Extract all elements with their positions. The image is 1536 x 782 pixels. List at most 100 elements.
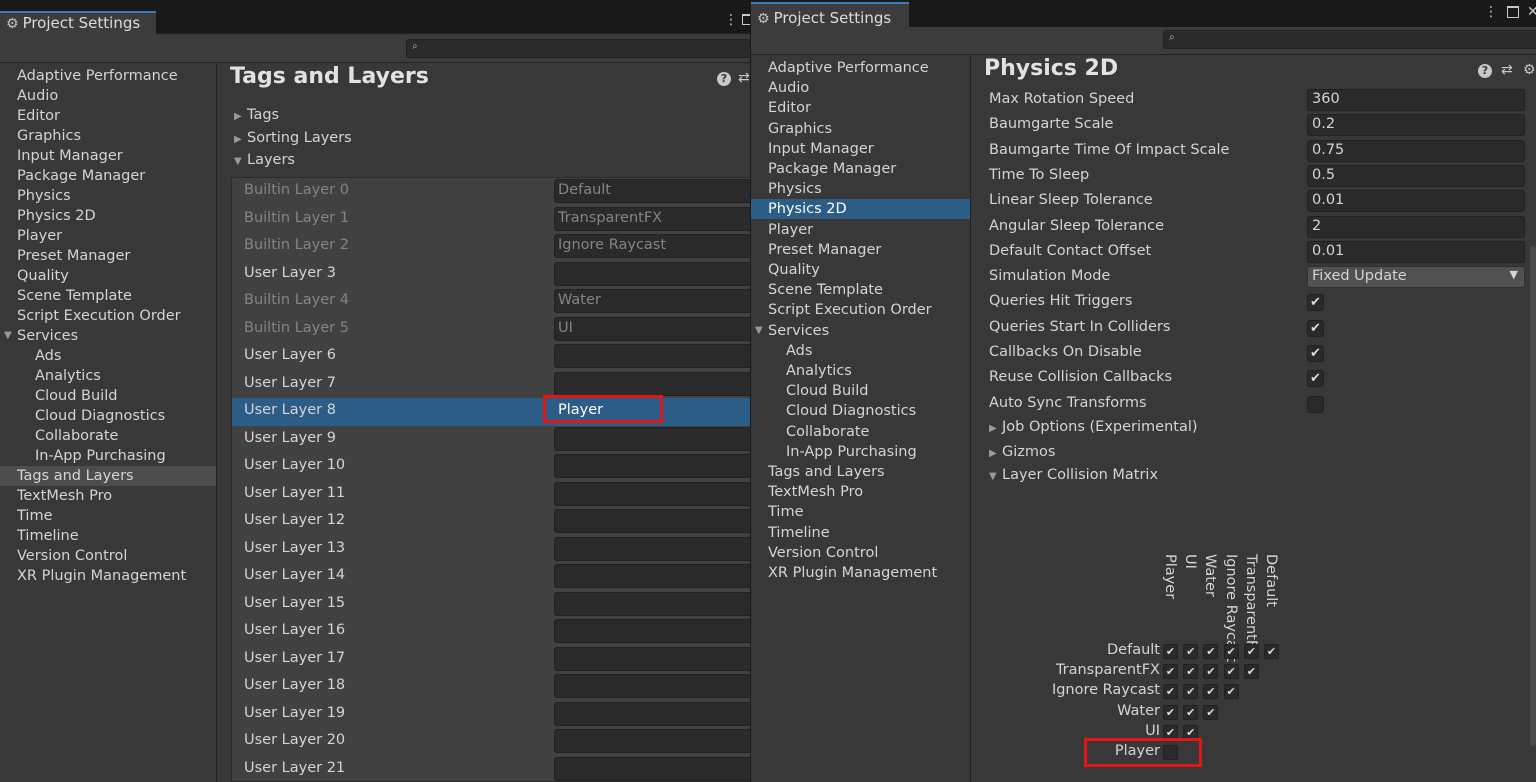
sidebar-item-scene-template[interactable]: Scene Template [751,280,970,300]
layer-name-field[interactable] [554,426,750,451]
property-checkbox[interactable]: ✔ [1307,319,1324,337]
sidebar-item-collaborate[interactable]: Collaborate [0,426,216,446]
foldout-job-options-experimental-[interactable]: ▶ Job Options (Experimental) [989,419,1198,435]
foldout-sorting-layers[interactable]: ▶ Sorting Layers [234,130,352,146]
sidebar-item-tags-and-layers[interactable]: Tags and Layers [751,462,970,482]
layer-name-field[interactable] [554,646,750,671]
layer-name-field[interactable] [554,344,750,368]
property-value-field[interactable]: 0.2 [1307,114,1525,137]
menu-icon[interactable]: ⋮ [1484,4,1498,20]
sidebar-item-services[interactable]: ▼ Services [751,321,970,341]
matrix-checkbox[interactable]: ✔ [1163,684,1178,700]
matrix-checkbox[interactable]: ✔ [1223,664,1239,680]
matrix-checkbox[interactable]: ✔ [1223,684,1239,700]
sidebar-item-in-app-purchasing[interactable]: In-App Purchasing [0,446,216,466]
matrix-checkbox[interactable]: ✔ [1183,704,1199,720]
search-input[interactable]: ⌕ [1163,30,1536,49]
layer-name-field[interactable] [554,756,750,781]
sidebar-item-collaborate[interactable]: Collaborate [751,422,970,442]
layer-name-field[interactable] [554,701,750,726]
property-value-field[interactable]: 0.01 [1307,190,1525,213]
sidebar-item-xr-plugin-management[interactable]: XR Plugin Management [751,563,970,583]
layer-name-field[interactable] [554,261,750,286]
sidebar-item-scene-template[interactable]: Scene Template [0,286,216,306]
expand-triangle-icon[interactable]: ▼ [755,321,763,341]
layer-name-field[interactable] [554,481,750,506]
sidebar-item-graphics[interactable]: Graphics [0,126,216,146]
presets-icon[interactable]: ⇄ [1501,62,1513,78]
sidebar-item-input-manager[interactable]: Input Manager [751,139,970,159]
layer-name-field[interactable] [554,564,750,588]
sidebar-item-player[interactable]: Player [0,226,216,246]
matrix-checkbox[interactable]: ✔ [1183,644,1199,659]
sidebar-item-cloud-build[interactable]: Cloud Build [0,386,216,406]
property-value-field[interactable]: 2 [1307,215,1525,238]
maximize-icon[interactable] [742,14,750,25]
matrix-checkbox[interactable]: ✔ [1203,704,1219,720]
matrix-checkbox[interactable]: ✔ [1163,644,1178,659]
property-checkbox[interactable] [1307,395,1324,413]
sidebar-item-textmesh-pro[interactable]: TextMesh Pro [0,486,216,506]
sidebar-item-timeline[interactable]: Timeline [751,523,970,543]
close-icon[interactable]: ✕ [1527,4,1536,20]
simulation-mode-dropdown[interactable]: Fixed Update ▼ [1307,266,1525,289]
matrix-checkbox[interactable]: ✔ [1203,644,1219,659]
sidebar-item-physics[interactable]: Physics [751,179,970,199]
sidebar-item-adaptive-performance[interactable]: Adaptive Performance [0,66,216,86]
sidebar-item-input-manager[interactable]: Input Manager [0,146,216,166]
sidebar-item-ads[interactable]: Ads [751,341,970,361]
sidebar-item-graphics[interactable]: Graphics [751,119,970,139]
property-value-field[interactable]: 0.01 [1307,240,1525,263]
sidebar-item-preset-manager[interactable]: Preset Manager [751,240,970,260]
property-checkbox[interactable]: ✔ [1307,345,1324,362]
sidebar-item-physics-2d[interactable]: Physics 2D [0,206,216,226]
sidebar-item-cloud-diagnostics[interactable]: Cloud Diagnostics [751,401,970,421]
foldout-layers[interactable]: ▼ Layers [234,152,295,168]
layer-name-field[interactable] [554,454,750,478]
property-value-field[interactable]: 0.5 [1307,164,1525,187]
sidebar-item-player[interactable]: Player [751,220,970,240]
search-input[interactable]: ⌕ [406,39,750,58]
tab-project-settings[interactable]: ⚙ Project Settings [0,11,156,35]
layer-name-field[interactable] [554,536,750,561]
help-icon[interactable]: ? [1478,64,1492,78]
matrix-checkbox[interactable]: ✔ [1243,644,1259,659]
layer-name-field[interactable] [554,729,750,753]
layer-name-field[interactable] [554,674,750,698]
sidebar-item-time[interactable]: Time [0,506,216,526]
sidebar-item-timeline[interactable]: Timeline [0,526,216,546]
matrix-checkbox[interactable]: ✔ [1223,644,1239,659]
property-checkbox[interactable]: ✔ [1307,294,1324,312]
sidebar-item-time[interactable]: Time [751,502,970,522]
layer-name-field[interactable] [554,619,750,643]
sidebar-item-tags-and-layers[interactable]: Tags and Layers [0,466,216,486]
matrix-checkbox[interactable]: ✔ [1203,664,1219,680]
sidebar-item-adaptive-performance[interactable]: Adaptive Performance [751,58,970,78]
foldout-layer-collision-matrix[interactable]: ▼ Layer Collision Matrix [989,467,1158,483]
sidebar-item-services[interactable]: ▼ Services [0,326,216,346]
sidebar-item-in-app-purchasing[interactable]: In-App Purchasing [751,442,970,462]
sidebar-item-cloud-diagnostics[interactable]: Cloud Diagnostics [0,406,216,426]
expand-triangle-icon[interactable]: ▼ [4,326,12,346]
sidebar-item-quality[interactable]: Quality [751,260,970,280]
maximize-icon[interactable] [1507,6,1519,18]
property-value-field[interactable]: 0.75 [1307,139,1525,162]
matrix-checkbox[interactable]: ✔ [1163,704,1178,720]
sidebar-item-script-execution-order[interactable]: Script Execution Order [751,300,970,320]
sidebar-item-audio[interactable]: Audio [0,86,216,106]
sidebar-item-package-manager[interactable]: Package Manager [0,166,216,186]
sidebar-item-physics-2d[interactable]: Physics 2D [751,199,970,220]
matrix-checkbox[interactable]: ✔ [1163,664,1178,680]
menu-icon[interactable]: ⋮ [724,12,738,28]
matrix-checkbox[interactable]: ✔ [1243,664,1259,680]
matrix-checkbox[interactable]: ✔ [1183,684,1199,700]
presets-icon[interactable]: ⇄ [738,70,750,86]
foldout-gizmos[interactable]: ▶ Gizmos [989,444,1055,460]
settings-gear-icon[interactable]: ⚙ [1523,62,1536,78]
matrix-checkbox[interactable]: ✔ [1264,644,1279,659]
sidebar-item-editor[interactable]: Editor [0,106,216,126]
layer-name-field[interactable] [554,371,750,396]
foldout-tags[interactable]: ▶ Tags [234,107,279,123]
scrollbar[interactable] [1530,246,1536,746]
layer-name-field[interactable] [554,509,750,533]
